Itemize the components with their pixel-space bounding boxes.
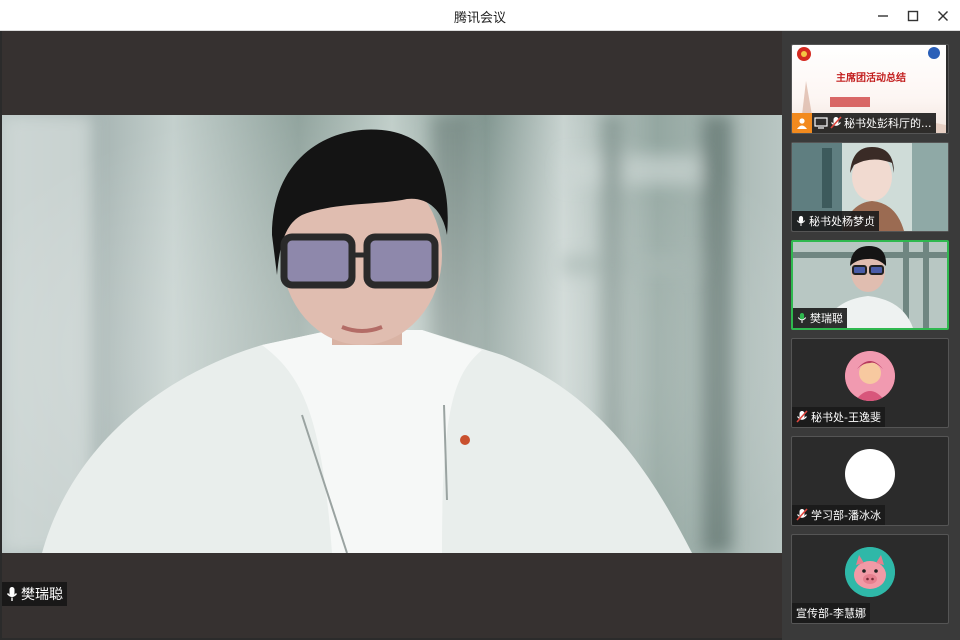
participant-tile-active[interactable]: 樊瑞聪 — [791, 240, 949, 330]
participant-label: 学习部-潘冰冰 — [792, 505, 885, 525]
participant-tile-avatar[interactable]: 宣传部-李慧娜 — [791, 534, 949, 624]
person-icon — [792, 113, 812, 133]
window-title: 腾讯会议 — [453, 11, 506, 26]
participant-tile-video[interactable]: 秘书处杨梦贞 — [791, 142, 949, 232]
avatar — [845, 547, 895, 597]
slide-title: 主席团活动总结 — [836, 73, 906, 84]
screen-share-icon — [814, 117, 828, 129]
mic-muted-icon — [830, 116, 842, 129]
main-speaker-label: 樊瑞聪 — [2, 582, 67, 606]
maximize-icon — [907, 10, 919, 22]
mic-icon — [796, 216, 806, 226]
participant-tile-avatar[interactable]: 学习部-潘冰冰 — [791, 436, 949, 526]
participant-tile-screenshare[interactable]: 主席团活动总结 秘书处彭科厅的... — [791, 44, 949, 134]
main-speaker-name: 樊瑞聪 — [21, 587, 63, 603]
participant-name: 秘书处杨梦贞 — [809, 215, 875, 228]
avatar — [845, 449, 895, 499]
main-video-feed — [2, 115, 782, 553]
participant-name: 秘书处-王逸斐 — [811, 411, 881, 424]
mic-muted-icon — [796, 410, 808, 423]
mic-icon — [797, 313, 807, 323]
participant-label: 秘书处-王逸斐 — [792, 407, 885, 427]
mic-icon — [6, 587, 18, 601]
maximize-button[interactable] — [902, 5, 924, 27]
minimize-icon — [878, 15, 888, 17]
participant-label: 宣传部-李慧娜 — [792, 603, 870, 623]
speaker-video-frame — [2, 115, 782, 553]
minimize-button[interactable] — [872, 5, 894, 27]
participant-name: 宣传部-李慧娜 — [796, 607, 866, 620]
close-button[interactable] — [932, 5, 954, 27]
avatar — [845, 351, 895, 401]
main-video-stage[interactable] — [2, 31, 782, 638]
participant-name: 学习部-潘冰冰 — [811, 509, 881, 522]
participant-tile-avatar[interactable]: 秘书处-王逸斐 — [791, 338, 949, 428]
participant-sidebar: 主席团活动总结 秘书处彭科厅的... 秘书处杨梦贞 樊瑞聪 秘书处-王逸斐 学习… — [782, 31, 960, 640]
participant-name: 樊瑞聪 — [810, 312, 843, 325]
title-bar: 腾讯会议 — [0, 0, 960, 31]
participant-label: 秘书处彭科厅的... — [792, 113, 936, 133]
mic-muted-icon — [796, 508, 808, 521]
participant-name: 秘书处彭科厅的... — [844, 117, 932, 130]
participant-label: 樊瑞聪 — [793, 308, 847, 328]
participant-label: 秘书处杨梦贞 — [792, 211, 879, 231]
close-icon — [938, 11, 948, 21]
